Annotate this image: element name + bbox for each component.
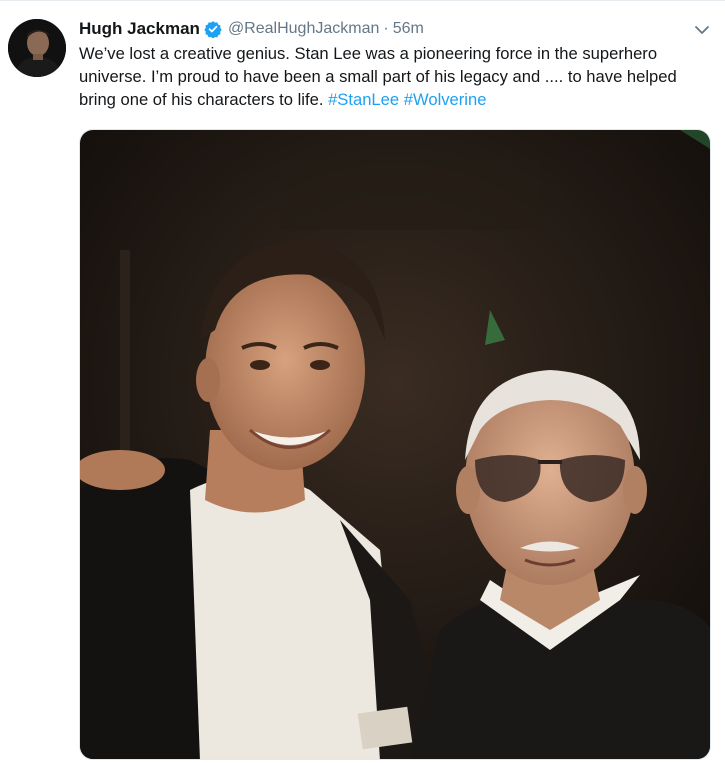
separator-dot: · [383,20,389,37]
tweet-text: We’ve lost a creative genius. Stan Lee w… [79,42,713,111]
verified-badge-icon [204,20,222,38]
avatar[interactable] [8,19,66,77]
author-handle[interactable]: @RealHughJackman [228,20,379,38]
hashtag-link[interactable]: #StanLee [328,90,399,109]
tweet-header: Hugh Jackman @RealHughJackman · 56m [79,17,424,41]
chevron-down-icon[interactable] [693,21,711,39]
tweet-photo[interactable] [79,129,711,760]
author-name[interactable]: Hugh Jackman [79,19,200,39]
hashtag-link[interactable]: #Wolverine [404,90,487,109]
tweet-timestamp[interactable]: 56m [393,20,424,38]
tweet[interactable]: Hugh Jackman @RealHughJackman · 56m We’v… [0,0,725,763]
